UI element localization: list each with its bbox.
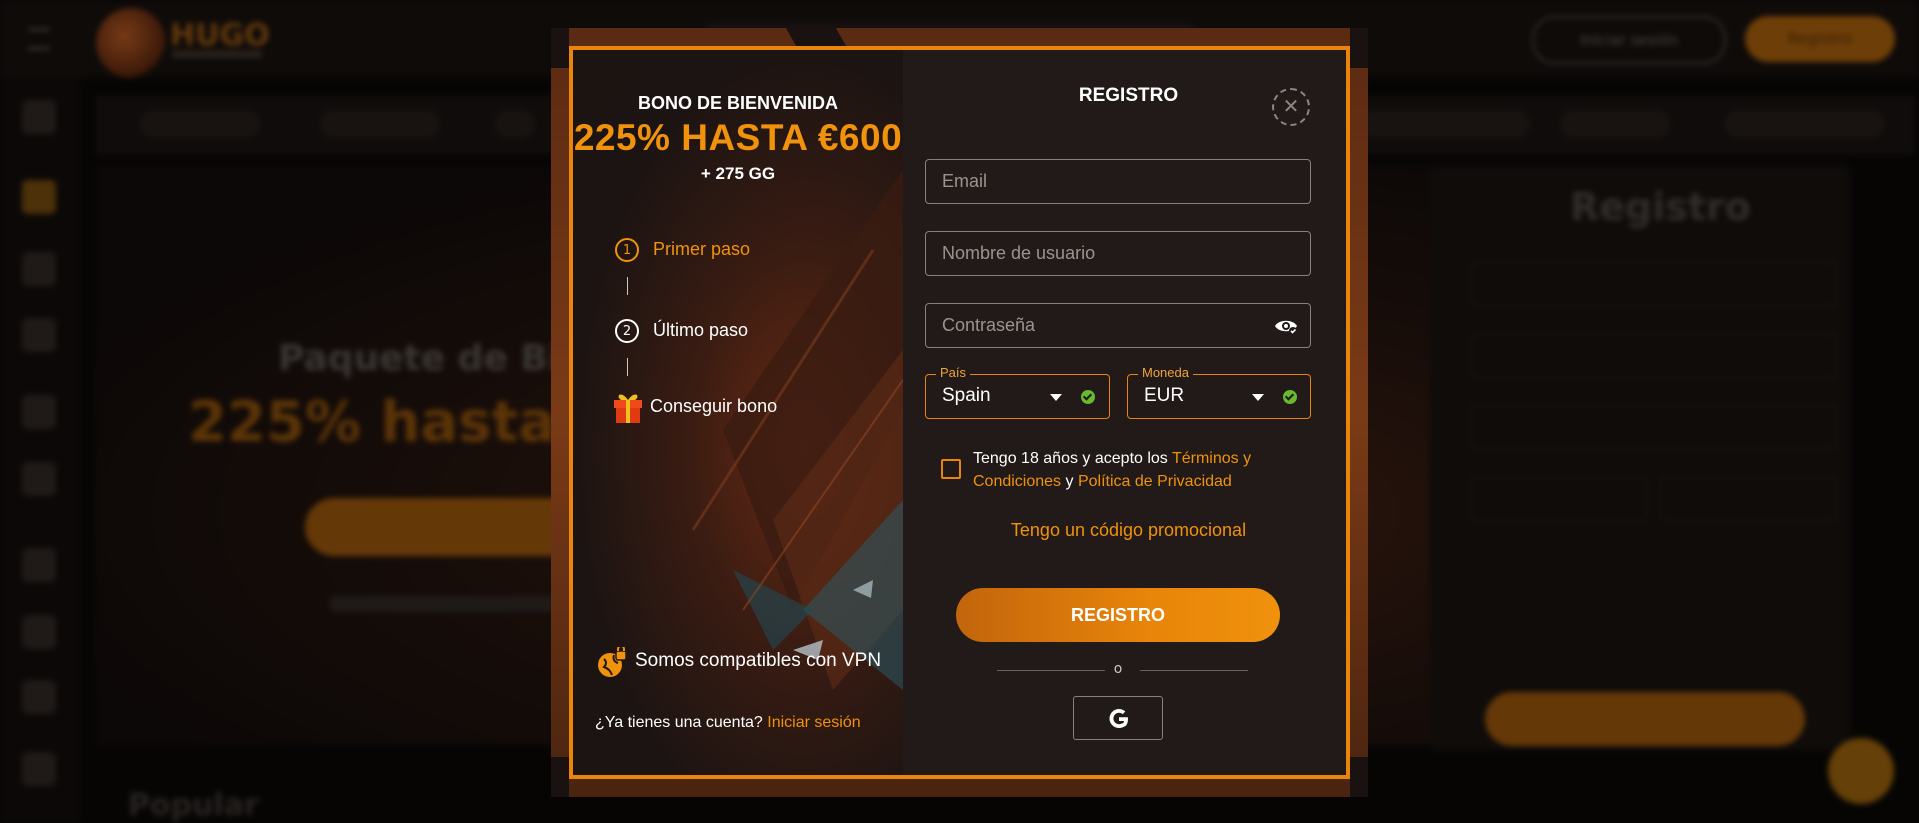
close-icon: ✕ bbox=[1282, 94, 1300, 118]
country-value: Spain bbox=[942, 385, 991, 406]
currency-value: EUR bbox=[1144, 385, 1185, 406]
step-2-number: 2 bbox=[615, 319, 639, 343]
close-button[interactable]: ✕ bbox=[1272, 88, 1310, 126]
google-icon bbox=[1109, 709, 1128, 728]
vpn-globe-icon bbox=[598, 647, 627, 677]
step-1-number: 1 bbox=[615, 238, 639, 262]
step-connector bbox=[627, 358, 628, 376]
divider-line bbox=[997, 670, 1105, 671]
or-separator: o bbox=[1113, 661, 1123, 677]
password-input[interactable] bbox=[926, 304, 1310, 347]
username-input[interactable] bbox=[926, 232, 1310, 275]
step-3-label: Conseguir bono bbox=[650, 396, 778, 416]
show-password-icon[interactable] bbox=[1274, 316, 1298, 336]
country-label: País bbox=[936, 365, 971, 380]
chevron-down-icon bbox=[1252, 394, 1264, 401]
chevron-down-icon bbox=[1050, 394, 1062, 401]
email-input[interactable] bbox=[926, 160, 1310, 203]
step-2-label: Último paso bbox=[653, 320, 749, 340]
terms-prefix: Tengo 18 años y acepto los bbox=[973, 450, 1172, 467]
vpn-compatible-text: Somos compatibles con VPN bbox=[635, 650, 882, 671]
step-1-label: Primer paso bbox=[653, 239, 751, 259]
bonus-amount: 225% HASTA €600 bbox=[573, 117, 903, 158]
password-field[interactable] bbox=[925, 303, 1311, 348]
username-field[interactable] bbox=[925, 231, 1311, 276]
divider-line bbox=[1140, 670, 1248, 671]
email-field[interactable] bbox=[925, 159, 1311, 204]
terms-joiner: y bbox=[1061, 473, 1078, 490]
gift-icon bbox=[614, 394, 642, 423]
google-signin-button[interactable] bbox=[1073, 696, 1163, 740]
login-link[interactable]: Iniciar sesión bbox=[767, 714, 860, 731]
terms-checkbox[interactable] bbox=[941, 459, 961, 479]
register-modal: BONO DE BIENVENIDA 225% HASTA €600 + 275… bbox=[569, 46, 1350, 779]
bonus-label: BONO DE BIENVENIDA bbox=[637, 93, 839, 113]
bonus-extra: + 275 GG bbox=[700, 164, 776, 183]
privacy-link[interactable]: Política de Privacidad bbox=[1078, 473, 1232, 490]
terms-text: Tengo 18 años y acepto los Términos y Co… bbox=[973, 447, 1283, 493]
valid-check-icon bbox=[1081, 390, 1095, 404]
have-account-text: ¿Ya tienes una cuenta? Iniciar sesión bbox=[595, 714, 861, 732]
have-account-label: ¿Ya tienes una cuenta? bbox=[595, 714, 763, 731]
bonus-panel: BONO DE BIENVENIDA 225% HASTA €600 + 275… bbox=[573, 50, 903, 775]
promo-code-link[interactable]: Tengo un código promocional bbox=[903, 520, 1346, 541]
country-select[interactable]: País Spain bbox=[925, 365, 1110, 419]
currency-select[interactable]: Moneda EUR bbox=[1127, 365, 1311, 419]
valid-check-icon bbox=[1283, 390, 1297, 404]
currency-label: Moneda bbox=[1138, 365, 1193, 380]
register-button[interactable]: REGISTRO bbox=[956, 588, 1280, 642]
step-connector bbox=[627, 277, 628, 295]
